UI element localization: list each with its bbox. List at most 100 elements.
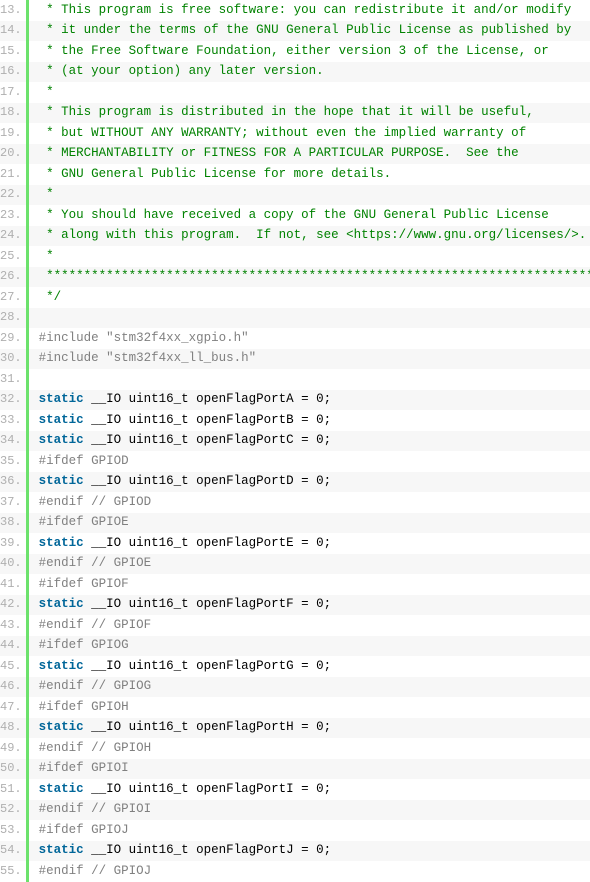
- code-line[interactable]: 54.static __IO uint16_t openFlagPortJ = …: [0, 841, 590, 862]
- code-line[interactable]: 51.static __IO uint16_t openFlagPortI = …: [0, 779, 590, 800]
- line-number: 16.: [0, 62, 27, 83]
- code-content[interactable]: static __IO uint16_t openFlagPortF = 0;: [27, 595, 590, 616]
- code-line[interactable]: 38.#ifdef GPIOE: [0, 513, 590, 534]
- code-content[interactable]: #include "stm32f4xx_xgpio.h": [27, 328, 590, 349]
- code-content[interactable]: #ifdef GPIOJ: [27, 820, 590, 841]
- code-content[interactable]: static __IO uint16_t openFlagPortG = 0;: [27, 656, 590, 677]
- line-number: 32.: [0, 390, 27, 411]
- code-content[interactable]: #ifdef GPIOH: [27, 697, 590, 718]
- code-line[interactable]: 23. * You should have received a copy of…: [0, 205, 590, 226]
- code-content[interactable]: * it under the terms of the GNU General …: [27, 21, 590, 42]
- code-content[interactable]: *: [27, 185, 590, 206]
- token-keyword: static: [39, 392, 84, 406]
- code-line[interactable]: 21. * GNU General Public License for mor…: [0, 164, 590, 185]
- code-content[interactable]: static __IO uint16_t openFlagPortH = 0;: [27, 718, 590, 739]
- code-line[interactable]: 13. * This program is free software: you…: [0, 0, 590, 21]
- code-line[interactable]: 32.static __IO uint16_t openFlagPortA = …: [0, 390, 590, 411]
- code-line[interactable]: 28.: [0, 308, 590, 329]
- code-line[interactable]: 25. *: [0, 246, 590, 267]
- code-content[interactable]: #endif // GPIOJ: [27, 861, 590, 882]
- code-content[interactable]: * This program is distributed in the hop…: [27, 103, 590, 124]
- code-content[interactable]: */: [27, 287, 590, 308]
- code-content[interactable]: static __IO uint16_t openFlagPortE = 0;: [27, 533, 590, 554]
- code-line[interactable]: 49.#endif // GPIOH: [0, 738, 590, 759]
- line-number: 49.: [0, 738, 27, 759]
- token-keyword: static: [39, 413, 84, 427]
- token-preproc: #endif // GPIOE: [39, 556, 152, 570]
- code-content[interactable]: * MERCHANTABILITY or FITNESS FOR A PARTI…: [27, 144, 590, 165]
- code-content[interactable]: ****************************************…: [27, 267, 590, 288]
- code-line[interactable]: 50.#ifdef GPIOI: [0, 759, 590, 780]
- code-line[interactable]: 47.#ifdef GPIOH: [0, 697, 590, 718]
- code-content[interactable]: #endif // GPIOD: [27, 492, 590, 513]
- code-viewer: 13. * This program is free software: you…: [0, 0, 590, 882]
- code-line[interactable]: 24. * along with this program. If not, s…: [0, 226, 590, 247]
- code-line[interactable]: 44.#ifdef GPIOG: [0, 636, 590, 657]
- code-content[interactable]: #endif // GPIOH: [27, 738, 590, 759]
- code-line[interactable]: 52.#endif // GPIOI: [0, 800, 590, 821]
- code-content[interactable]: * the Free Software Foundation, either v…: [27, 41, 590, 62]
- code-content[interactable]: #ifdef GPIOI: [27, 759, 590, 780]
- token-comment: *: [39, 85, 54, 99]
- code-content[interactable]: * This program is free software: you can…: [27, 0, 590, 21]
- code-content[interactable]: static __IO uint16_t openFlagPortB = 0;: [27, 410, 590, 431]
- code-line[interactable]: 20. * MERCHANTABILITY or FITNESS FOR A P…: [0, 144, 590, 165]
- code-line[interactable]: 53.#ifdef GPIOJ: [0, 820, 590, 841]
- code-line[interactable]: 15. * the Free Software Foundation, eith…: [0, 41, 590, 62]
- code-line[interactable]: 34.static __IO uint16_t openFlagPortC = …: [0, 431, 590, 452]
- code-content[interactable]: [27, 308, 590, 329]
- line-number: 29.: [0, 328, 27, 349]
- code-content[interactable]: static __IO uint16_t openFlagPortI = 0;: [27, 779, 590, 800]
- code-line[interactable]: 26. ************************************…: [0, 267, 590, 288]
- code-content[interactable]: #endif // GPIOI: [27, 800, 590, 821]
- code-content[interactable]: static __IO uint16_t openFlagPortA = 0;: [27, 390, 590, 411]
- code-line[interactable]: 19. * but WITHOUT ANY WARRANTY; without …: [0, 123, 590, 144]
- code-line[interactable]: 40.#endif // GPIOE: [0, 554, 590, 575]
- code-line[interactable]: 29.#include "stm32f4xx_xgpio.h": [0, 328, 590, 349]
- code-content[interactable]: #endif // GPIOE: [27, 554, 590, 575]
- code-content[interactable]: *: [27, 82, 590, 103]
- code-content[interactable]: *: [27, 246, 590, 267]
- code-content[interactable]: #endif // GPIOF: [27, 615, 590, 636]
- code-line[interactable]: 22. *: [0, 185, 590, 206]
- code-content[interactable]: * You should have received a copy of the…: [27, 205, 590, 226]
- code-content[interactable]: * along with this program. If not, see <…: [27, 226, 590, 247]
- code-content[interactable]: * GNU General Public License for more de…: [27, 164, 590, 185]
- code-content[interactable]: * but WITHOUT ANY WARRANTY; without even…: [27, 123, 590, 144]
- code-line[interactable]: 46.#endif // GPIOG: [0, 677, 590, 698]
- code-line[interactable]: 41.#ifdef GPIOF: [0, 574, 590, 595]
- code-line[interactable]: 33.static __IO uint16_t openFlagPortB = …: [0, 410, 590, 431]
- token-plain: __IO uint16_t openFlagPortF = 0;: [84, 597, 332, 611]
- token-comment: * but WITHOUT ANY WARRANTY; without even…: [39, 126, 527, 140]
- code-line[interactable]: 45.static __IO uint16_t openFlagPortG = …: [0, 656, 590, 677]
- code-content[interactable]: #ifdef GPIOG: [27, 636, 590, 657]
- code-content[interactable]: static __IO uint16_t openFlagPortJ = 0;: [27, 841, 590, 862]
- code-content[interactable]: #ifdef GPIOE: [27, 513, 590, 534]
- token-comment: * This program is distributed in the hop…: [39, 105, 534, 119]
- code-line[interactable]: 17. *: [0, 82, 590, 103]
- code-content[interactable]: #include "stm32f4xx_ll_bus.h": [27, 349, 590, 370]
- code-line[interactable]: 37.#endif // GPIOD: [0, 492, 590, 513]
- code-line[interactable]: 48.static __IO uint16_t openFlagPortH = …: [0, 718, 590, 739]
- code-line[interactable]: 31.: [0, 369, 590, 390]
- code-content[interactable]: #ifdef GPIOD: [27, 451, 590, 472]
- code-line[interactable]: 18. * This program is distributed in the…: [0, 103, 590, 124]
- code-line[interactable]: 16. * (at your option) any later version…: [0, 62, 590, 83]
- code-line[interactable]: 35.#ifdef GPIOD: [0, 451, 590, 472]
- code-line[interactable]: 30.#include "stm32f4xx_ll_bus.h": [0, 349, 590, 370]
- line-number: 30.: [0, 349, 27, 370]
- code-content[interactable]: #endif // GPIOG: [27, 677, 590, 698]
- code-line[interactable]: 42.static __IO uint16_t openFlagPortF = …: [0, 595, 590, 616]
- code-content[interactable]: * (at your option) any later version.: [27, 62, 590, 83]
- code-line[interactable]: 43.#endif // GPIOF: [0, 615, 590, 636]
- code-content[interactable]: [27, 369, 590, 390]
- code-content[interactable]: static __IO uint16_t openFlagPortD = 0;: [27, 472, 590, 493]
- code-line[interactable]: 39.static __IO uint16_t openFlagPortE = …: [0, 533, 590, 554]
- code-line[interactable]: 36.static __IO uint16_t openFlagPortD = …: [0, 472, 590, 493]
- code-line[interactable]: 14. * it under the terms of the GNU Gene…: [0, 21, 590, 42]
- code-content[interactable]: #ifdef GPIOF: [27, 574, 590, 595]
- token-preproc: #ifdef GPIOF: [39, 577, 129, 591]
- code-line[interactable]: 55.#endif // GPIOJ: [0, 861, 590, 882]
- code-content[interactable]: static __IO uint16_t openFlagPortC = 0;: [27, 431, 590, 452]
- code-line[interactable]: 27. */: [0, 287, 590, 308]
